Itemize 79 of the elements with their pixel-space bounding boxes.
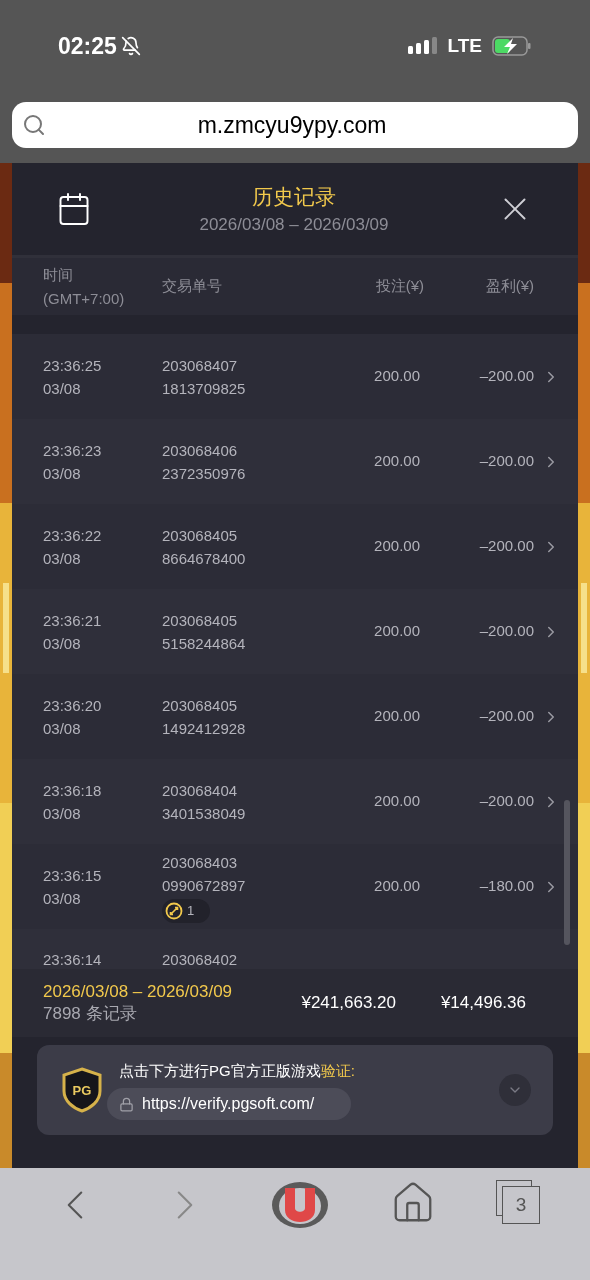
profit-amount: –200.00: [479, 367, 534, 385]
record-row[interactable]: 23:36:15 03/08 203068403 0990672897 1 200.00 –180.00: [12, 844, 578, 929]
date-text: 03/08: [43, 378, 82, 399]
total-profit: ¥14,496.36: [439, 992, 526, 1015]
order-number: 1813709825: [162, 378, 247, 399]
order-number: 3401538049: [162, 803, 247, 824]
bet-amount: 200.00: [374, 622, 420, 640]
time-text: 23:36:23: [43, 440, 103, 461]
record-row[interactable]: 23:36:23 03/08 203068406 2372350976 200.00 –200.00: [12, 419, 578, 504]
date-text: 03/08: [43, 633, 82, 654]
time-text: 23:36:14: [42, 951, 103, 968]
clock-text: 02:25: [58, 31, 117, 61]
time-text: 23:36:15: [43, 865, 103, 886]
date-text: 03/08: [43, 888, 82, 909]
order-number: 203068403: [162, 852, 239, 873]
date-text: 03/08: [43, 803, 82, 824]
time-text: 23:36:25: [43, 355, 103, 376]
profit-amount: –200.00: [479, 792, 534, 810]
date-text: 03/08: [43, 463, 82, 484]
record-count: 7898 条记录: [43, 1003, 138, 1025]
bet-amount: 200.00: [374, 452, 420, 470]
verify-link[interactable]: https://verify.pgsoft.com/: [107, 1088, 351, 1121]
search-icon: [22, 113, 46, 137]
column-header: 时间: [43, 264, 74, 285]
summary-date-range: 2026/03/08 – 2026/03/09: [43, 981, 234, 1003]
profit-amount: –200.00: [479, 707, 534, 725]
record-row[interactable]: 23:36:20 03/08 203068405 1492412928 200.00 –200.00: [12, 674, 578, 759]
order-number: 203068407: [162, 355, 239, 376]
lock-icon: [119, 1096, 134, 1112]
order-number: 203068406: [162, 440, 239, 461]
shield-logo: PG: [61, 1067, 103, 1113]
profit-amount: –200.00: [479, 537, 534, 555]
bet-amount: 200.00: [374, 707, 420, 725]
time-text: 23:36:18: [43, 780, 103, 801]
record-row[interactable]: 23:36:14 203068402: [12, 929, 578, 969]
bet-amount: 200.00: [374, 792, 420, 810]
time-text: 23:36:20: [43, 695, 103, 716]
profit-amount: –180.00: [479, 877, 534, 895]
address-field[interactable]: m.zmcyu9ypy.com: [12, 102, 578, 148]
order-number: 203068405: [162, 695, 239, 716]
order-number: 8664678400: [162, 548, 247, 569]
order-number: 203068405: [162, 610, 239, 631]
network-text: LTE: [447, 33, 482, 58]
page-title: 历史记录: [252, 183, 336, 210]
column-subheader: (GMT+7:00): [43, 288, 126, 309]
record-row[interactable]: 23:36:18 03/08 203068404 3401538049 200.00 –200.00: [12, 759, 578, 844]
profit-amount: –200.00: [479, 452, 534, 470]
date-range-text: 2026/03/08 – 2026/03/09: [199, 214, 389, 236]
record-row[interactable]: 23:36:22 03/08 203068405 8664678400 200.00 –200.00: [12, 504, 578, 589]
order-number: 203068405: [162, 525, 239, 546]
date-text: 03/08: [43, 548, 82, 569]
order-number: 1492412928: [162, 718, 247, 739]
column-header: 盈利(¥): [484, 276, 534, 297]
total-bet: ¥241,663.20: [300, 992, 396, 1015]
record-row[interactable]: 23:36:21 03/08 203068405 5158244864 200.00 –200.00: [12, 589, 578, 674]
coin-icon: [165, 901, 183, 920]
u-logo-icon[interactable]: [270, 1180, 330, 1230]
column-header: 投注(¥): [374, 276, 425, 297]
badge-count: 1: [187, 902, 195, 920]
scrollbar[interactable]: [564, 800, 570, 945]
bet-amount: 200.00: [374, 367, 420, 385]
battery-charging-icon: [492, 36, 532, 56]
profit-amount: –200.00: [479, 622, 534, 640]
order-number: 203068404: [162, 780, 239, 801]
time-text: 23:36:22: [43, 525, 103, 546]
order-number: 2372350976: [162, 463, 247, 484]
verify-text: 点击下方进行PG官方正版游戏验证:: [119, 1060, 356, 1081]
bet-amount: 200.00: [374, 537, 420, 555]
column-header: 交易单号: [162, 276, 223, 297]
url-text: m.zmcyu9ypy.com: [196, 110, 388, 140]
bell-off-icon: [120, 36, 141, 56]
order-number: 5158244864: [162, 633, 247, 654]
record-row[interactable]: 23:36:25 03/08 203068407 1813709825 200.00 –200.00: [12, 334, 578, 419]
order-number: 0990672897: [162, 875, 247, 896]
order-number: 203068402: [162, 951, 238, 968]
date-text: 03/08: [43, 718, 82, 739]
signal-icon: [407, 36, 438, 56]
bet-amount: 200.00: [374, 877, 420, 895]
time-text: 23:36:21: [43, 610, 103, 631]
